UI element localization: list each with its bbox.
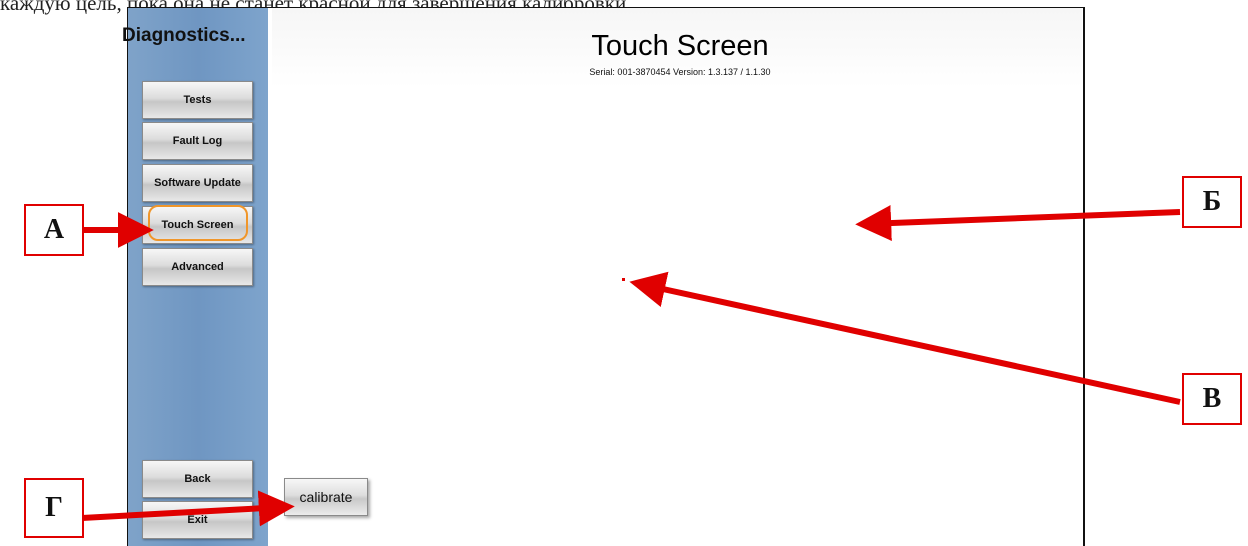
annotation-label-b: Б: [1182, 176, 1242, 228]
software-update-button[interactable]: Software Update: [142, 164, 253, 202]
touch-screen-button[interactable]: Touch Screen: [142, 206, 253, 244]
back-button[interactable]: Back: [142, 460, 253, 498]
fault-log-button[interactable]: Fault Log: [142, 122, 253, 160]
exit-button[interactable]: Exit: [142, 501, 253, 539]
sidebar-title: Diagnostics...: [122, 25, 246, 46]
calibration-target[interactable]: [622, 278, 625, 281]
annotation-label-v: В: [1182, 373, 1242, 425]
advanced-button[interactable]: Advanced: [142, 248, 253, 286]
page-title: Touch Screen: [591, 30, 769, 62]
annotation-label-g: Г: [24, 478, 84, 538]
tests-button[interactable]: Tests: [142, 81, 253, 119]
device-info: Serial: 001-3870454 Version: 1.3.137 / 1…: [589, 67, 771, 77]
annotation-label-a: А: [24, 204, 84, 256]
calibrate-button[interactable]: calibrate: [284, 478, 368, 516]
